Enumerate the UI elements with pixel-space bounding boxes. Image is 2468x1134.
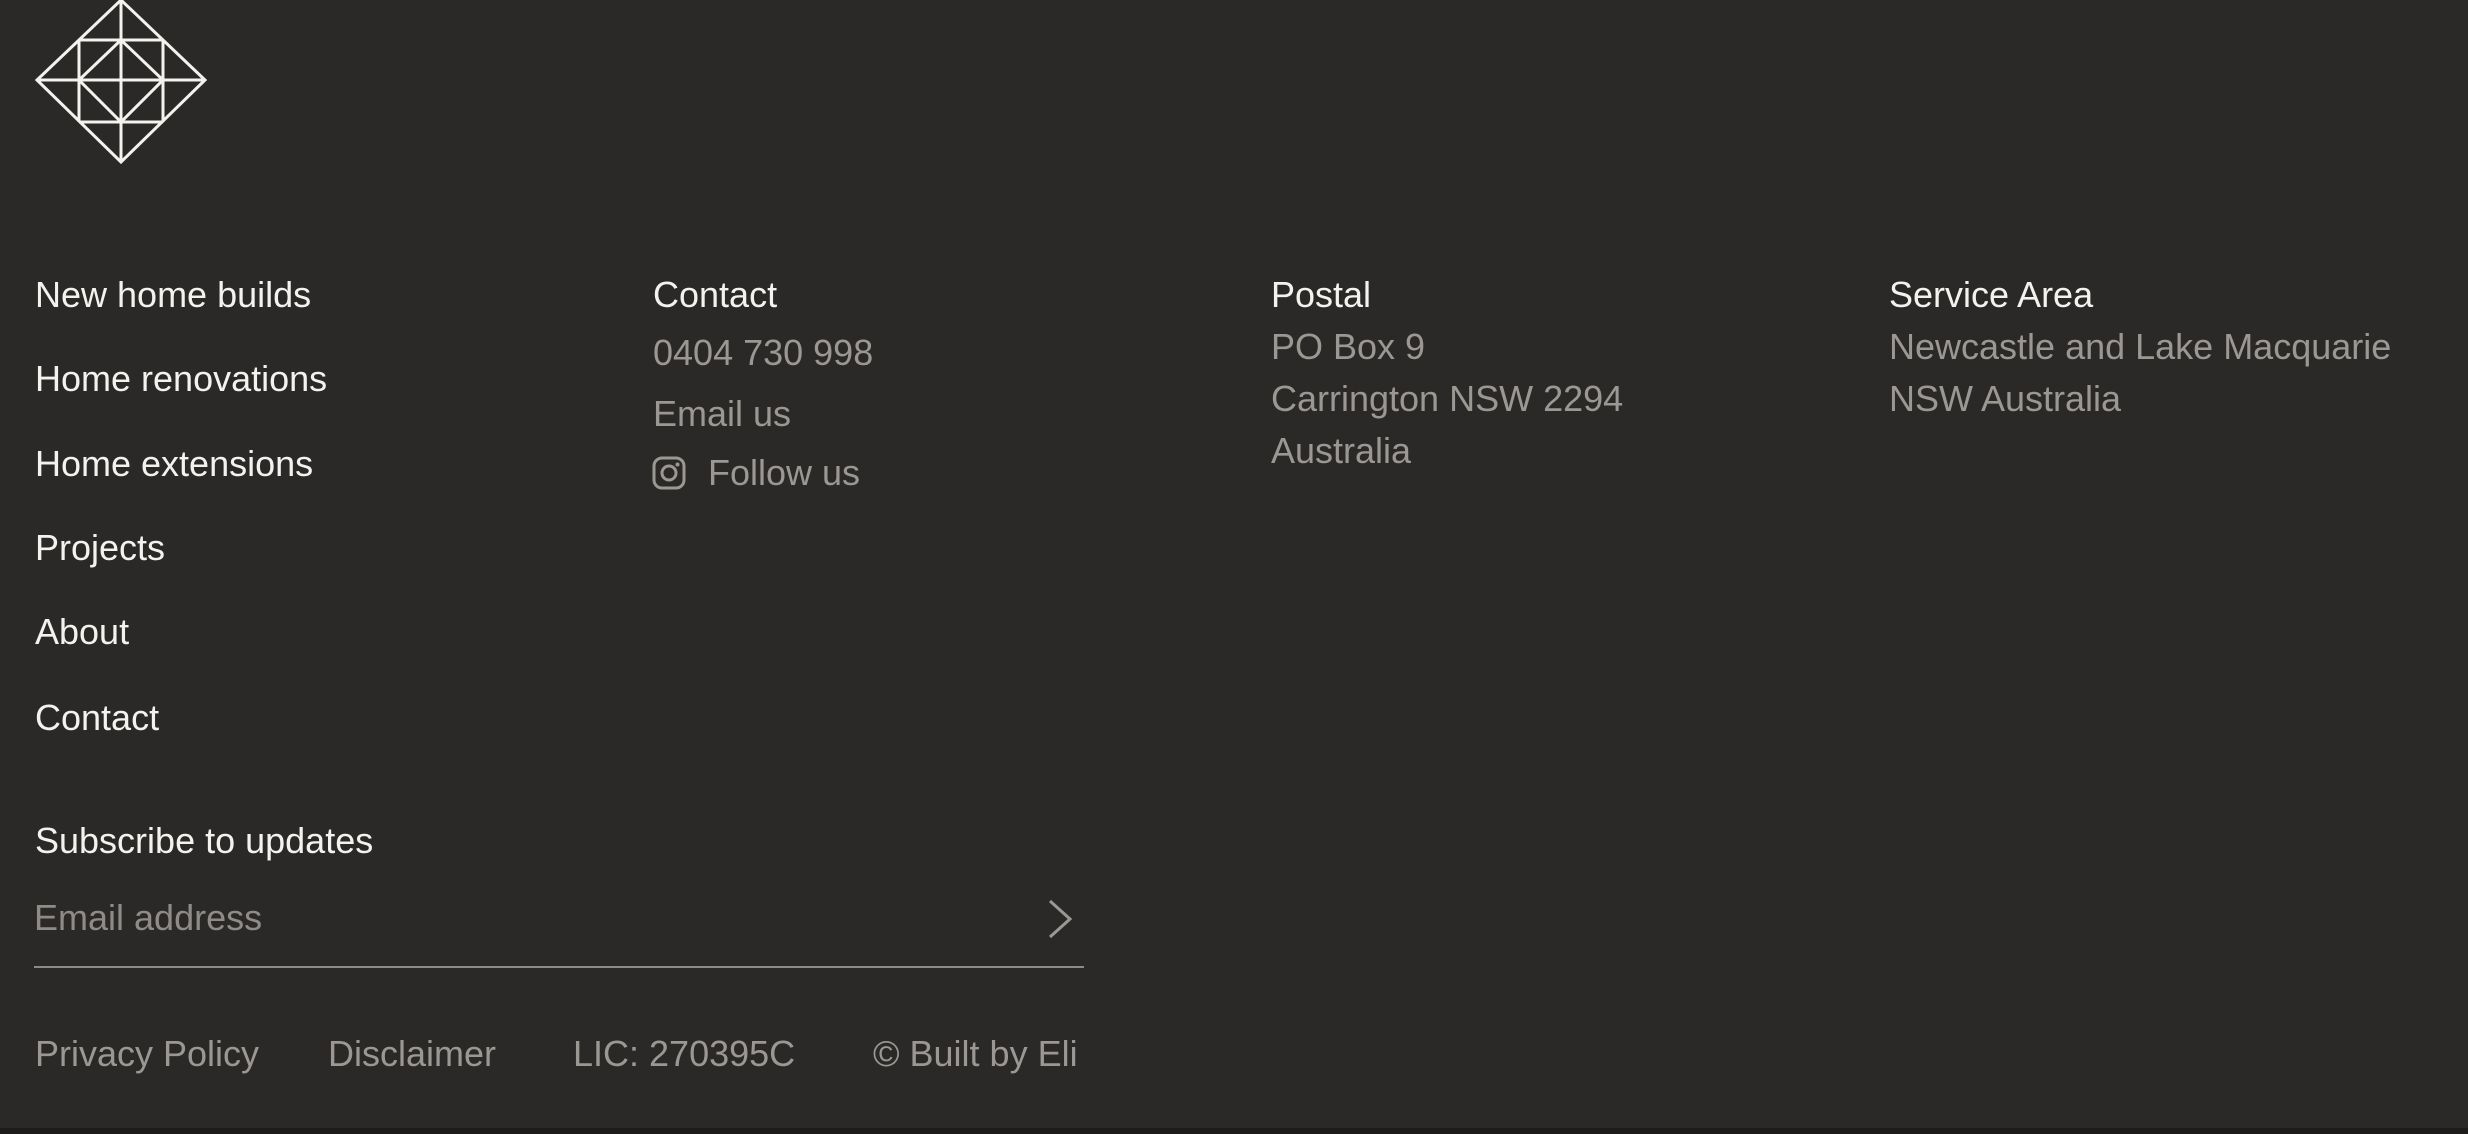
postal-line: PO Box 9 bbox=[1271, 326, 1426, 367]
nav-new-home-builds[interactable]: New home builds bbox=[35, 273, 311, 317]
nav-home-extensions[interactable]: Home extensions bbox=[35, 442, 313, 486]
subscribe-form bbox=[34, 890, 1084, 968]
built-by-credit-link[interactable]: © Built by Eli bbox=[873, 1032, 1078, 1076]
follow-us-label: Follow us bbox=[708, 452, 861, 493]
subscribe-title: Subscribe to updates bbox=[35, 820, 374, 861]
logo-icon[interactable] bbox=[34, 0, 208, 166]
page-bottom-edge bbox=[0, 1128, 2468, 1134]
email-address-input[interactable] bbox=[34, 890, 994, 946]
disclaimer-link[interactable]: Disclaimer bbox=[328, 1032, 496, 1076]
follow-us-link[interactable]: Follow us bbox=[652, 451, 860, 495]
licence-number: LIC: 270395C bbox=[573, 1033, 796, 1074]
nav-home-renovations[interactable]: Home renovations bbox=[35, 357, 327, 401]
postal-line: Australia bbox=[1271, 430, 1412, 471]
service-area-heading: Service Area bbox=[1889, 274, 2094, 315]
contact-heading: Contact bbox=[653, 274, 778, 315]
privacy-policy-link[interactable]: Privacy Policy bbox=[35, 1032, 259, 1076]
instagram-icon bbox=[652, 456, 686, 490]
contact-phone-link[interactable]: 0404 730 998 bbox=[653, 331, 873, 375]
nav-about[interactable]: About bbox=[35, 610, 129, 654]
contact-email-link[interactable]: Email us bbox=[653, 392, 791, 436]
service-area-line: NSW Australia bbox=[1889, 378, 2122, 419]
chevron-right-icon[interactable] bbox=[1040, 896, 1080, 942]
nav-contact[interactable]: Contact bbox=[35, 696, 159, 740]
postal-heading: Postal bbox=[1271, 274, 1372, 315]
nav-projects[interactable]: Projects bbox=[35, 526, 165, 570]
service-area-line: Newcastle and Lake Macquarie bbox=[1889, 326, 2392, 367]
postal-line: Carrington NSW 2294 bbox=[1271, 378, 1624, 419]
